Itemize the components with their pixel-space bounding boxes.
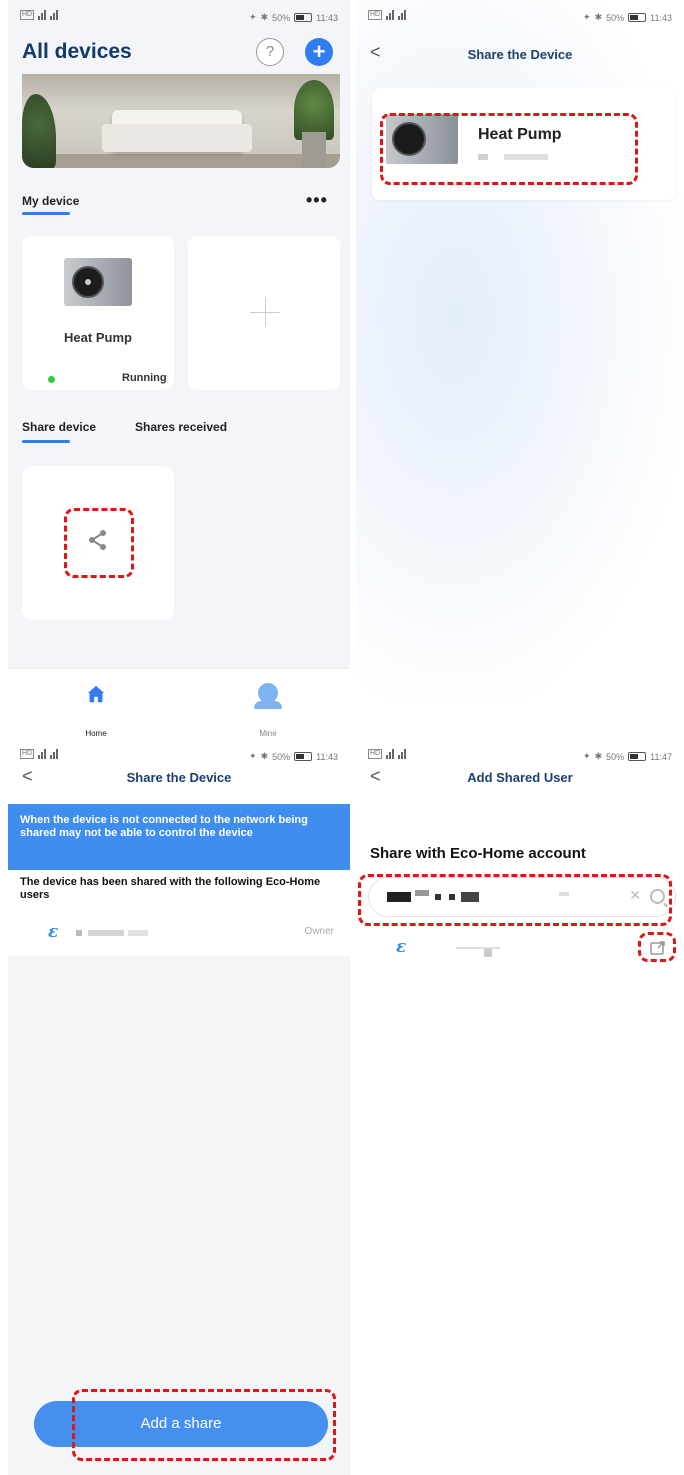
list-item: ε Owner	[8, 910, 350, 956]
status-bar: HD ✦ ✱ 50% 11:43	[20, 10, 338, 23]
device-card[interactable]: Heat Pump Running	[22, 236, 174, 390]
tab-my-device[interactable]: My device	[22, 194, 79, 208]
share-out-icon[interactable]	[650, 941, 666, 955]
share-device-card[interactable]	[22, 466, 174, 620]
eco-home-logo-icon: ε	[48, 922, 59, 942]
share-heading: Share with Eco-Home account	[370, 845, 586, 862]
tab-shares-received[interactable]: Shares received	[135, 420, 227, 434]
blurred-text	[88, 930, 124, 936]
heat-pump-image	[386, 114, 458, 164]
tab-underline	[22, 440, 70, 443]
more-dots-icon[interactable]: •••	[306, 190, 328, 211]
add-device-button[interactable]: +	[305, 38, 333, 66]
blurred-text	[128, 930, 148, 936]
eco-home-logo-icon: ε	[396, 937, 407, 957]
share-device-screen: HD ✦ ✱ 50% 11:43 < Share the Device Heat Pu…	[356, 0, 684, 700]
device-card[interactable]: Heat Pump	[372, 88, 676, 200]
blurred-text	[76, 930, 82, 936]
help-button[interactable]: ?	[256, 38, 284, 66]
add-share-button[interactable]: Add a share	[34, 1401, 328, 1447]
blurred-text	[435, 894, 441, 900]
nav-mine-label: Mine	[259, 729, 277, 737]
home-icon	[87, 685, 105, 703]
add-shared-user-screen: HD ✦ ✱ 50% 11:47 < Add Shared User Share wi…	[356, 737, 684, 1475]
blurred-text	[478, 154, 488, 160]
share-list-screen: HD ✦ ✱ 50% 11:43 < Share the Device When th…	[8, 737, 350, 1475]
tab-underline	[22, 212, 70, 215]
page-title: Add Shared User	[467, 770, 573, 785]
nav-home[interactable]: Home	[82, 683, 110, 737]
bottom-nav: Home Mine	[8, 668, 350, 737]
page-title: All devices	[22, 40, 132, 63]
blurred-text	[456, 947, 500, 949]
page-title: Share the Device	[126, 770, 232, 785]
blurred-text	[461, 892, 479, 902]
device-status: Running	[122, 372, 167, 384]
tab-share-device[interactable]: Share device	[22, 420, 96, 434]
heat-pump-image	[64, 258, 132, 306]
notice-banner: When the device is not connected to the …	[8, 804, 350, 870]
all-devices-screen: HD ✦ ✱ 50% 11:43 All devices ? + My device …	[8, 0, 350, 737]
blurred-text	[449, 894, 455, 900]
blurred-text	[415, 890, 429, 896]
nav-mine[interactable]: Mine	[254, 683, 282, 737]
close-icon[interactable]: ✕	[629, 887, 641, 904]
shared-users-heading: The device has been shared with the foll…	[8, 870, 350, 910]
user-icon	[254, 683, 282, 709]
question-icon: ?	[265, 43, 275, 60]
account-search-input[interactable]: ✕	[368, 877, 676, 917]
plus-icon: +	[312, 39, 326, 64]
blurred-text	[559, 892, 569, 896]
blurred-text	[387, 892, 411, 902]
share-icon	[89, 530, 106, 550]
blurred-text	[484, 949, 492, 957]
search-icon[interactable]	[650, 889, 665, 904]
nav-home-label: Home	[85, 729, 107, 737]
home-banner-image	[22, 74, 340, 168]
blurred-text	[504, 154, 548, 160]
role-label: Owner	[304, 926, 334, 937]
page-title: Share the Device	[467, 47, 573, 62]
device-name: Heat Pump	[64, 330, 132, 345]
status-bar: HD ✦ ✱ 50% 11:43	[368, 10, 672, 23]
device-name: Heat Pump	[478, 126, 562, 143]
add-device-card[interactable]	[188, 236, 340, 390]
status-dot	[48, 376, 55, 383]
